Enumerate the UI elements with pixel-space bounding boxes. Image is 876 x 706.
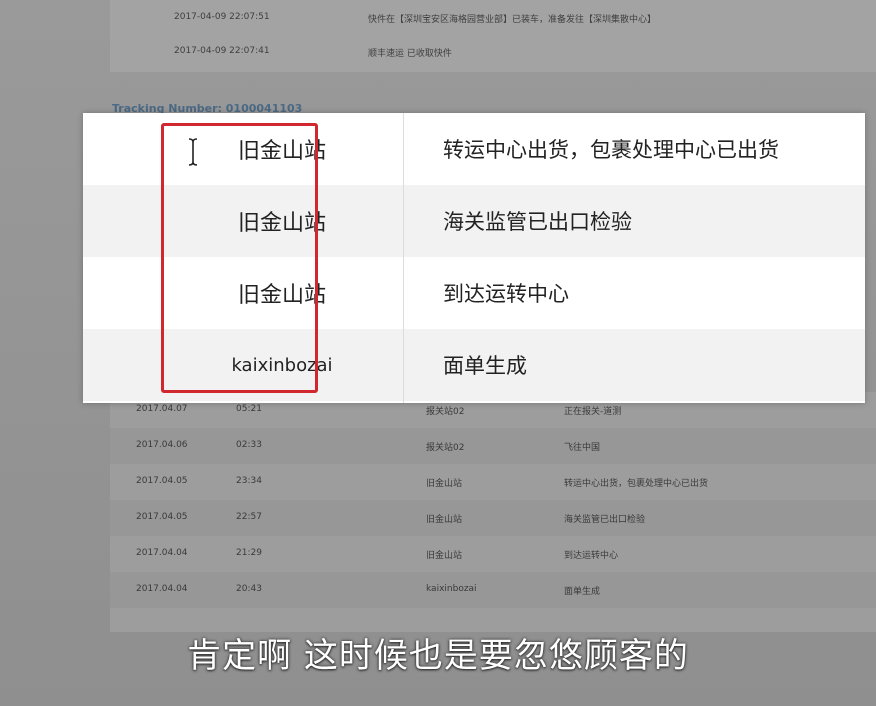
row-time: 05:21 [236,404,262,414]
table-row: 2017.04.05 23:34 旧金山站 转运中心出货，包裹处理中心已出货 [110,464,876,500]
row-date: 2017.04.04 [136,548,188,558]
tracking-history-table: 2017.04.07 05:21 报关站02 正在报关-道测 2017.04.0… [110,392,876,632]
row-status: 飞往中国 [564,443,601,453]
row-location: 旧金山站 [426,479,463,489]
row-date: 2017.04.07 [136,404,188,414]
row-date: 2017.04.06 [136,440,188,450]
row-location: 报关站02 [426,443,465,453]
row-status: 海关监管已出口检验 [564,515,646,525]
row-status: 正在报关-道测 [564,407,622,417]
event-label: 海关监管已出口检验 [443,210,632,234]
row-date: 2017.04.05 [136,476,188,486]
event-label: 转运中心出货，包裹处理中心已出货 [443,138,779,162]
row-location: 报关站02 [426,407,465,417]
table-row: 2017.04.06 02:33 报关站02 飞往中国 [110,428,876,464]
highlight-annotation-box [161,123,318,393]
video-subtitle: 肯定啊 这时候也是要忽悠顾客的 [187,636,689,676]
row-status: 到达运转中心 [564,551,619,561]
table-row: 2017.04.04 21:29 旧金山站 到达运转中心 [110,536,876,572]
log-row: 2017-04-09 22:07:41 顺丰速运 已收取快件 [110,34,876,70]
log-row: 2017-04-09 22:07:51 快件在【深圳宝安区海格园营业部】已装车，… [110,0,876,36]
text-cursor-icon [188,138,198,166]
row-time: 02:33 [236,440,262,450]
table-row: 2017.04.05 22:57 旧金山站 海关监管已出口检验 [110,500,876,536]
row-time: 22:57 [236,512,262,522]
row-date: 2017.04.04 [136,584,188,594]
top-log-panel: 2017-04-09 22:07:51 快件在【深圳宝安区海格园营业部】已装车，… [110,0,876,73]
log-desc: 快件在【深圳宝安区海格园营业部】已装车，准备发往【深圳集散中心】 [368,15,657,25]
row-time: 23:34 [236,476,262,486]
event-label: 面单生成 [443,354,527,378]
row-location: kaixinbozai [426,584,477,594]
row-time: 20:43 [236,584,262,594]
column-divider [403,113,404,403]
row-status: 转运中心出货，包裹处理中心已出货 [564,479,709,489]
log-time: 2017-04-09 22:07:51 [174,12,270,22]
row-status: 面单生成 [564,587,601,597]
event-label: 到达运转中心 [443,282,569,306]
row-date: 2017.04.05 [136,512,188,522]
log-time: 2017-04-09 22:07:41 [174,46,270,56]
row-location: 旧金山站 [426,551,463,561]
row-location: 旧金山站 [426,515,463,525]
log-desc: 顺丰速运 已收取快件 [368,49,452,59]
table-row: 2017.04.04 20:43 kaixinbozai 面单生成 [110,572,876,608]
row-time: 21:29 [236,548,262,558]
